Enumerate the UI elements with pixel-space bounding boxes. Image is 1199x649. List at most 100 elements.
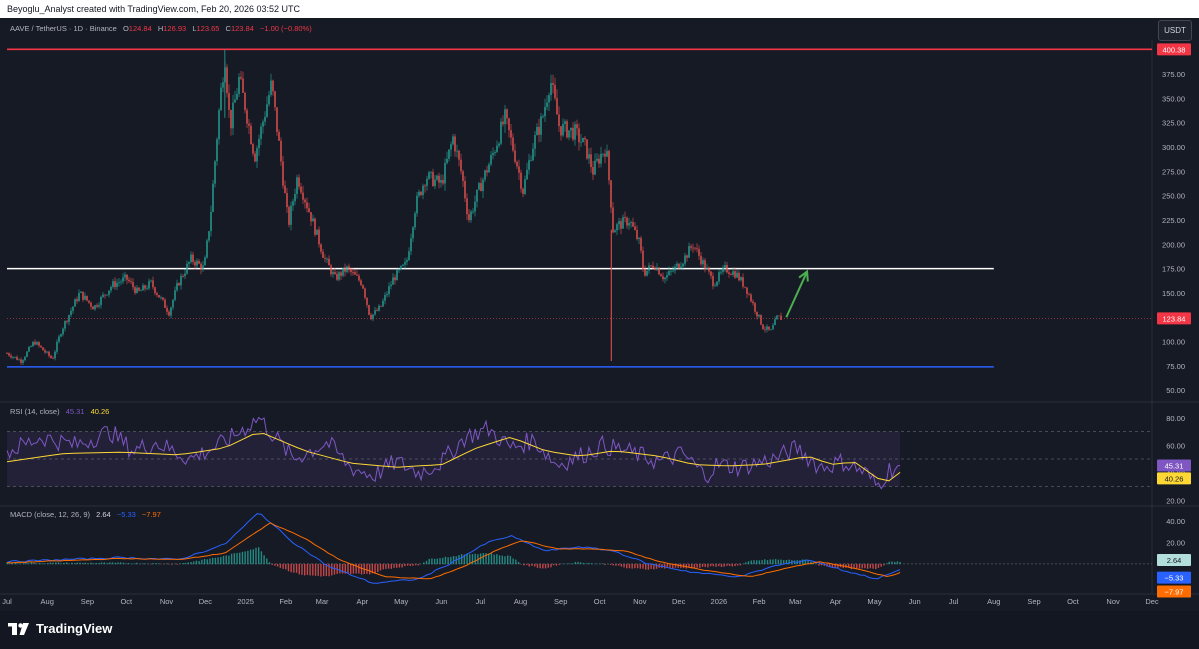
macd-histogram-bar <box>368 563 371 575</box>
macd-histogram-bar <box>891 561 893 565</box>
arrow-annotation[interactable] <box>785 269 809 318</box>
macd-histogram-bar <box>249 549 252 565</box>
candle-body <box>78 292 80 301</box>
brand-text: TradingView <box>36 621 113 636</box>
candle-body <box>66 321 68 322</box>
candle-body <box>100 296 102 306</box>
macd-histogram-bar <box>769 559 771 565</box>
candle-body <box>178 283 180 286</box>
macd-histogram-bar <box>360 563 363 575</box>
candle-body <box>166 307 168 312</box>
candle-body <box>554 84 556 99</box>
candle-body <box>614 230 616 233</box>
candle-body <box>420 191 422 196</box>
macd-histogram-bar <box>620 563 623 567</box>
macd-histogram-bar <box>152 563 154 565</box>
macd-histogram-bar <box>753 560 755 565</box>
candle-body <box>198 260 200 264</box>
macd-histogram-bar <box>393 563 395 568</box>
macd-histogram-bar <box>677 563 679 568</box>
macd-histogram-bar <box>888 561 890 565</box>
candle-body <box>132 282 134 288</box>
macd-histogram-bar <box>442 557 444 565</box>
candle-body <box>672 270 674 272</box>
candle-body <box>560 126 562 136</box>
macd-histogram-bar <box>628 563 631 569</box>
candle-body <box>92 306 94 310</box>
candle-body <box>386 293 388 296</box>
macd-histogram-bar <box>588 562 590 565</box>
candle-body <box>744 286 746 288</box>
candle-body <box>774 319 776 326</box>
candle-body <box>12 356 14 358</box>
candle-body <box>584 137 586 140</box>
candle-body <box>310 212 312 222</box>
x-tick-label: Oct <box>1067 597 1080 606</box>
candle-body <box>144 285 146 289</box>
candle-body <box>630 222 632 224</box>
candle-body <box>468 214 470 221</box>
candle-body <box>374 310 376 315</box>
candle-body <box>368 304 370 315</box>
candle-body <box>600 153 602 164</box>
macd-histogram-bar <box>119 562 122 565</box>
macd-histogram-bar <box>493 554 495 565</box>
candle-body <box>512 137 514 151</box>
macd-histogram-bar <box>528 563 531 567</box>
candle-body <box>692 247 694 249</box>
candle-body <box>138 287 140 291</box>
macd-pane[interactable] <box>6 513 1152 584</box>
macd-histogram-bar <box>642 563 644 569</box>
candle-body <box>562 123 564 136</box>
price-tick-label: 275.00 <box>1162 167 1185 176</box>
macd-tick-label: 20.00 <box>1166 538 1185 547</box>
candle-body <box>762 324 764 330</box>
candle-body <box>86 295 88 301</box>
candle-body <box>590 154 592 168</box>
x-tick-label: Feb <box>753 597 766 606</box>
macd-histogram-bar <box>252 549 254 565</box>
candle-body <box>764 329 766 330</box>
macd-histogram-bar <box>190 562 192 565</box>
x-tick-label: Sep <box>554 597 567 606</box>
candle-body <box>498 143 500 146</box>
tradingview-logo[interactable]: TradingView <box>8 621 112 636</box>
macd-histogram-bar <box>626 563 628 569</box>
macd-histogram-bar <box>726 563 728 566</box>
macd-histogram-bar <box>639 563 641 569</box>
candle-body <box>688 246 690 258</box>
macd-histogram-bar <box>282 563 284 569</box>
candle-body <box>266 104 268 117</box>
currency-button[interactable]: USDT <box>1158 20 1192 41</box>
rsi-pane[interactable] <box>6 416 1152 490</box>
chart-canvas[interactable]: Jul Aug Sep Oct Nov Dec 2025 Feb Mar Apr May Jun Jul… <box>0 0 1199 611</box>
candle-body <box>230 109 232 129</box>
horizontal-levels[interactable] <box>7 48 1152 368</box>
candle-body <box>640 237 642 251</box>
candle-body <box>426 178 428 186</box>
candle-body <box>450 144 452 150</box>
candle-body <box>516 161 518 167</box>
macd-histogram-bar <box>49 562 52 565</box>
macd-histogram-bar <box>87 563 89 565</box>
candle-body <box>700 255 702 265</box>
macd-histogram-bar <box>184 562 187 565</box>
candle-body <box>658 267 660 275</box>
candle-body <box>322 251 324 258</box>
candle-body <box>466 198 468 215</box>
candle-body <box>204 257 206 266</box>
macd-histogram-bar <box>79 562 81 565</box>
candle-body <box>346 266 348 272</box>
candle-body <box>54 351 56 359</box>
candle-body <box>412 227 414 239</box>
macd-histogram-bar <box>872 563 874 569</box>
macd-histogram-bar <box>179 563 181 565</box>
candle-body <box>726 264 728 273</box>
candle-body <box>58 336 60 342</box>
macd-histogram-bar <box>214 557 217 565</box>
macd-histogram-bar <box>645 563 647 570</box>
macd-histogram-bar <box>76 562 79 565</box>
candle-body <box>130 281 132 283</box>
macd-histogram-bar <box>111 562 114 565</box>
macd-histogram-bar <box>27 563 30 565</box>
